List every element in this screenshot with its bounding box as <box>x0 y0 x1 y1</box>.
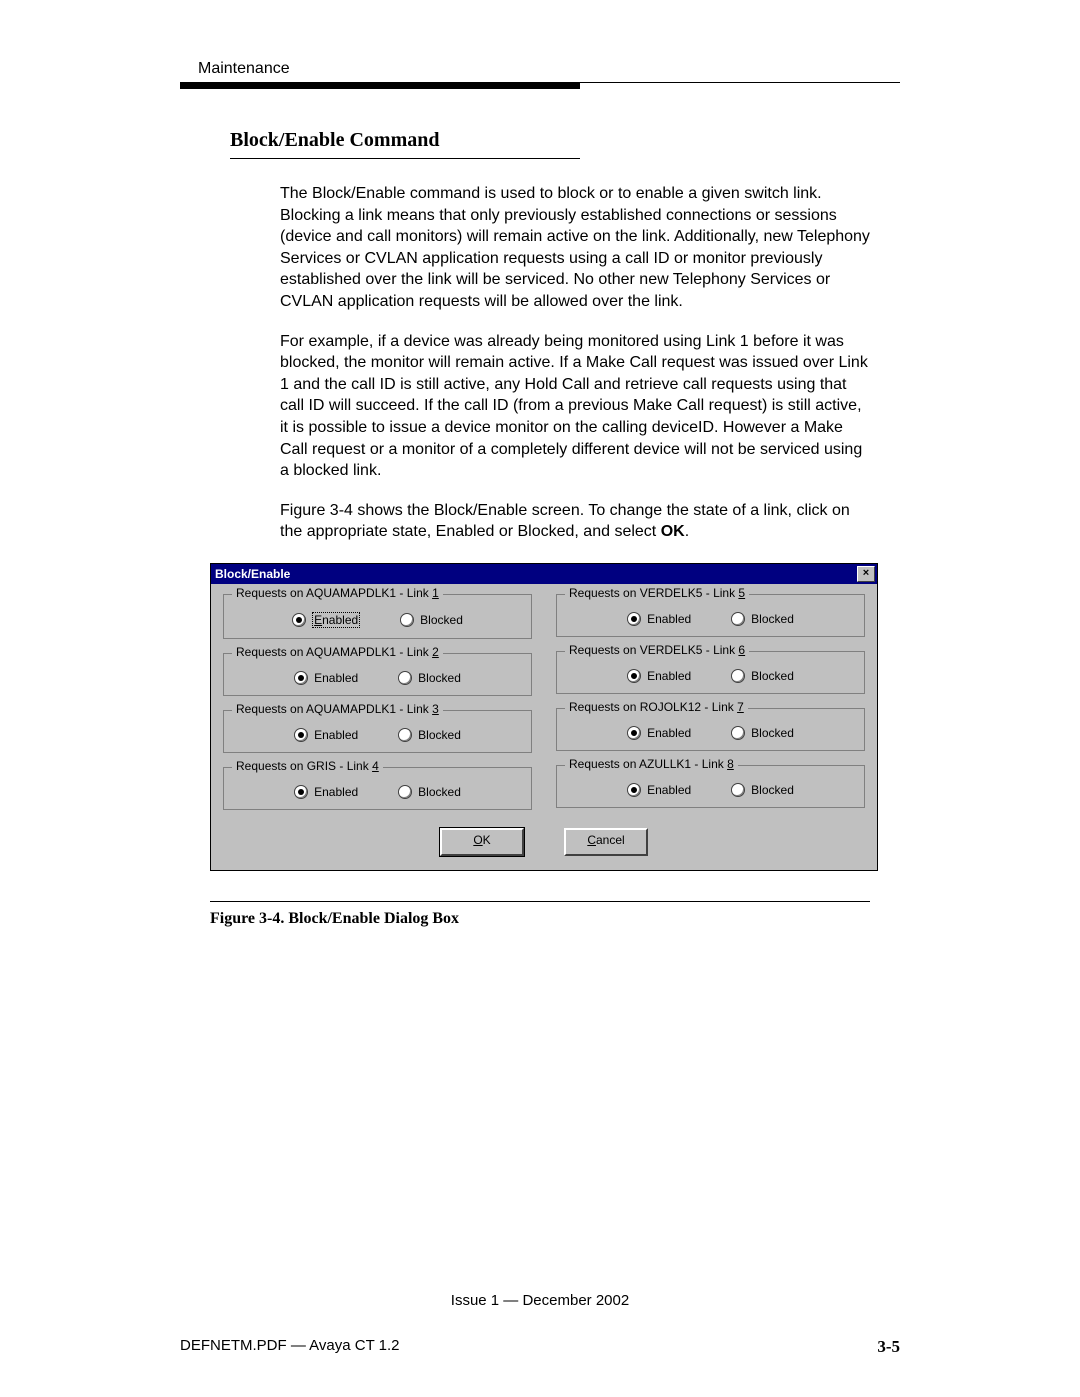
radio-blocked-link3[interactable]: Blocked <box>398 728 461 742</box>
figure-caption: Figure 3-4. Block/Enable Dialog Box <box>210 910 900 928</box>
cancel-button[interactable]: Cancel <box>564 828 648 856</box>
radio-enabled-link7[interactable]: Enabled <box>627 726 691 740</box>
group-link-6: Requests on VERDELK5 - Link 6 Enabled Bl… <box>556 651 865 694</box>
radio-enabled-link3[interactable]: Enabled <box>294 728 358 742</box>
body-paragraph-3: Figure 3-4 shows the Block/Enable screen… <box>280 500 870 543</box>
radio-enabled-link6[interactable]: Enabled <box>627 669 691 683</box>
dialog-title: Block/Enable <box>215 567 290 581</box>
group-link-8: Requests on AZULLK1 - Link 8 Enabled Blo… <box>556 765 865 808</box>
heading-underline <box>230 158 580 159</box>
group-legend: Requests on VERDELK5 - Link 5 <box>565 586 749 600</box>
radio-enabled-link4[interactable]: Enabled <box>294 785 358 799</box>
header-rule-thick <box>180 83 580 89</box>
radio-blocked-link5[interactable]: Blocked <box>731 612 794 626</box>
group-legend: Requests on AQUAMAPDLK1 - Link 3 <box>232 702 443 716</box>
dialog-right-column: Requests on VERDELK5 - Link 5 Enabled Bl… <box>556 594 865 810</box>
block-enable-dialog: Block/Enable × Requests on AQUAMAPDLK1 -… <box>210 563 878 871</box>
group-link-1: Requests on AQUAMAPDLK1 - Link 1 Enabled… <box>223 594 532 639</box>
radio-enabled-link2[interactable]: Enabled <box>294 671 358 685</box>
radio-blocked-link6[interactable]: Blocked <box>731 669 794 683</box>
group-legend: Requests on VERDELK5 - Link 6 <box>565 643 749 657</box>
ok-button[interactable]: OK <box>440 828 524 856</box>
footer-doc: DEFNETM.PDF — Avaya CT 1.2 <box>180 1337 400 1357</box>
para3-bold: OK <box>661 523 685 540</box>
group-link-3: Requests on AQUAMAPDLK1 - Link 3 Enabled… <box>223 710 532 753</box>
radio-enabled-link1[interactable]: Enabled <box>292 612 360 628</box>
dialog-left-column: Requests on AQUAMAPDLK1 - Link 1 Enabled… <box>223 594 532 810</box>
footer-issue: Issue 1 — December 2002 <box>0 1292 1080 1309</box>
group-legend: Requests on ROJOLK12 - Link 7 <box>565 700 748 714</box>
radio-bullet-selected <box>292 613 306 627</box>
para3-pre: Figure 3-4 shows the Block/Enable screen… <box>280 502 850 541</box>
dialog-titlebar[interactable]: Block/Enable × <box>211 564 877 584</box>
figure-rule <box>210 901 870 902</box>
radio-blocked-link4[interactable]: Blocked <box>398 785 461 799</box>
radio-blocked-link7[interactable]: Blocked <box>731 726 794 740</box>
radio-bullet <box>400 613 414 627</box>
radio-enabled-link5[interactable]: Enabled <box>627 612 691 626</box>
page-number: 3-5 <box>877 1337 900 1357</box>
section-heading: Block/Enable Command <box>230 129 900 152</box>
group-legend: Requests on GRIS - Link 4 <box>232 759 383 773</box>
group-legend: Requests on AZULLK1 - Link 8 <box>565 757 738 771</box>
group-legend: Requests on AQUAMAPDLK1 - Link 2 <box>232 645 443 659</box>
radio-blocked-link2[interactable]: Blocked <box>398 671 461 685</box>
para3-post: . <box>685 523 689 540</box>
group-legend: Requests on AQUAMAPDLK1 - Link 1 <box>232 586 443 600</box>
radio-enabled-link8[interactable]: Enabled <box>627 783 691 797</box>
radio-blocked-link8[interactable]: Blocked <box>731 783 794 797</box>
running-header: Maintenance <box>198 60 900 78</box>
radio-blocked-link1[interactable]: Blocked <box>400 612 463 628</box>
group-link-2: Requests on AQUAMAPDLK1 - Link 2 Enabled… <box>223 653 532 696</box>
body-paragraph-1: The Block/Enable command is used to bloc… <box>280 183 870 313</box>
group-link-4: Requests on GRIS - Link 4 Enabled Blocke… <box>223 767 532 810</box>
group-link-7: Requests on ROJOLK12 - Link 7 Enabled Bl… <box>556 708 865 751</box>
group-link-5: Requests on VERDELK5 - Link 5 Enabled Bl… <box>556 594 865 637</box>
close-icon[interactable]: × <box>857 566 875 582</box>
body-paragraph-2: For example, if a device was already bei… <box>280 331 870 482</box>
